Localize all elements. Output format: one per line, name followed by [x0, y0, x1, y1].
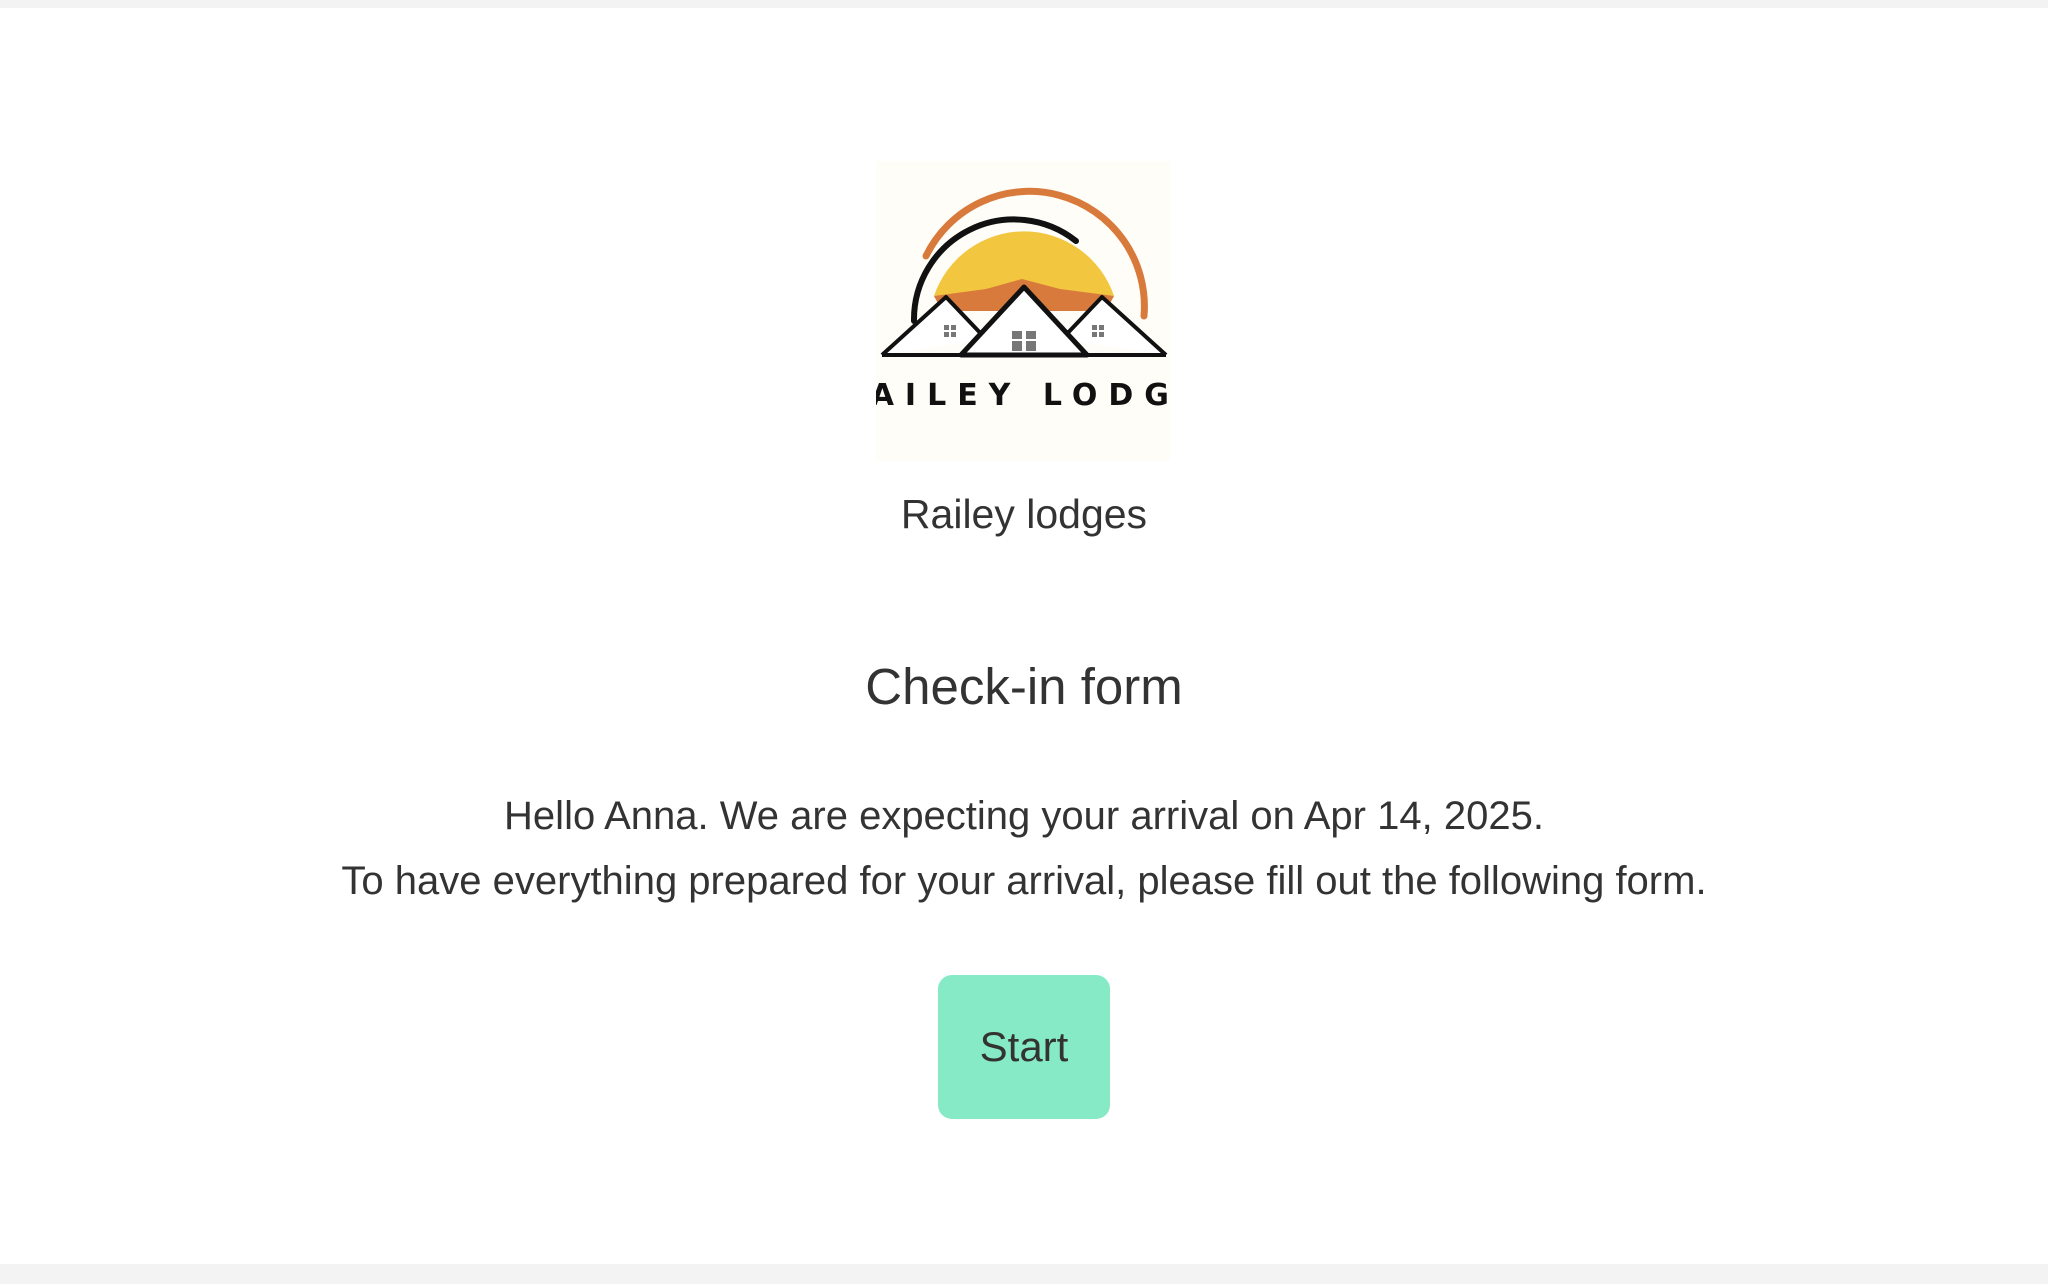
- instructions-text: To have everything prepared for your arr…: [341, 859, 1707, 903]
- brand-name: Railey lodges: [900, 491, 1148, 537]
- logo-wordmark: RAILEY LODGE: [876, 378, 1170, 413]
- checkin-card: RAILEY LODGE Railey lodges Check-in form…: [0, 8, 2048, 1264]
- intro-text: Hello Anna. We are expecting your arriva…: [0, 784, 2048, 914]
- page-title: Check-in form: [865, 658, 1183, 715]
- start-button[interactable]: Start: [938, 975, 1110, 1119]
- greeting-text: Hello Anna. We are expecting your arriva…: [504, 794, 1544, 838]
- brand-logo: RAILEY LODGE: [876, 161, 1170, 461]
